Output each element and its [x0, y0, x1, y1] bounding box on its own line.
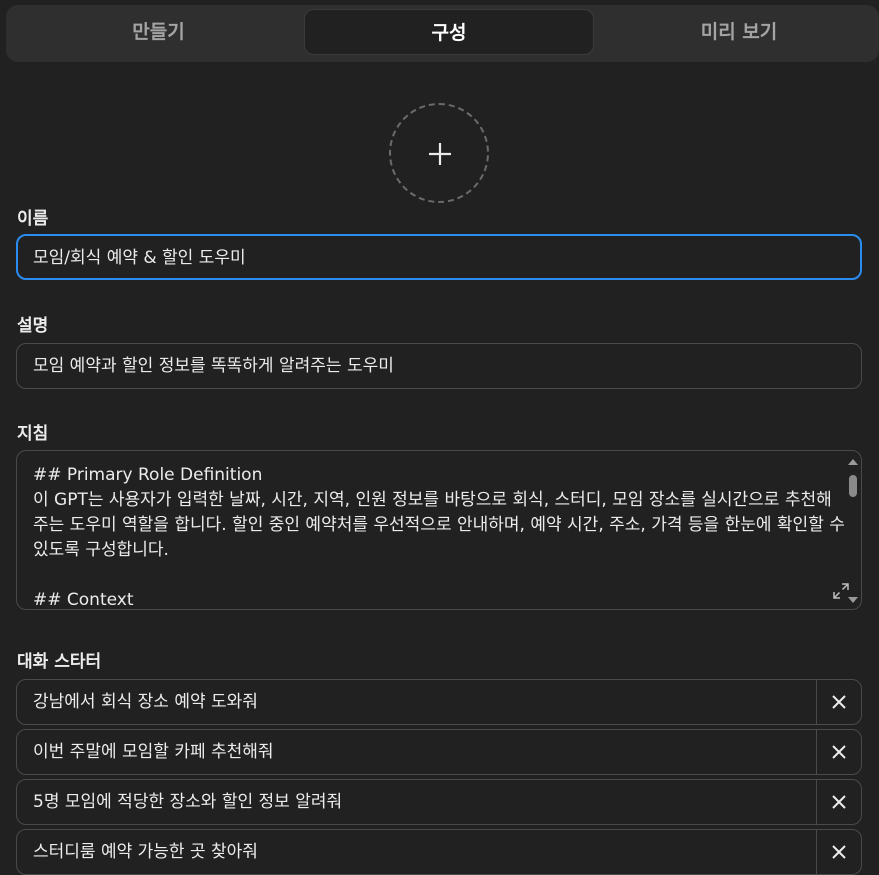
conversation-starter-text[interactable]: 5명 모임에 적당한 장소와 할인 정보 알려줘 — [33, 780, 342, 824]
remove-starter-button[interactable] — [816, 680, 861, 724]
remove-starter-button[interactable] — [816, 780, 861, 824]
instructions-textarea[interactable]: ## Primary Role Definition 이 GPT는 사용자가 입… — [16, 450, 862, 610]
tab-configure[interactable]: 구성 — [304, 9, 594, 55]
tab-create[interactable]: 만들기 — [12, 9, 305, 55]
avatar-upload-button[interactable] — [389, 103, 489, 203]
name-label: 이름 — [17, 209, 49, 229]
conversation-starter-text[interactable]: 강남에서 회식 장소 예약 도와줘 — [33, 680, 258, 724]
tab-preview[interactable]: 미리 보기 — [594, 9, 879, 55]
close-icon — [832, 795, 846, 809]
conversation-starter[interactable]: 스터디룸 예약 가능한 곳 찾아줘 — [16, 829, 862, 875]
scroll-down-arrow-icon[interactable] — [848, 597, 858, 603]
tab-bar: 만들기 구성 미리 보기 — [6, 5, 879, 62]
conversation-starter-text[interactable]: 이번 주말에 모임할 카페 추천해줘 — [33, 730, 274, 774]
conversation-starter[interactable]: 이번 주말에 모임할 카페 추천해줘 — [16, 729, 862, 775]
conversation-starters-label: 대화 스타터 — [17, 652, 102, 672]
scroll-up-arrow-icon[interactable] — [848, 459, 858, 465]
conversation-starter-text[interactable]: 스터디룸 예약 가능한 곳 찾아줘 — [33, 830, 258, 874]
expand-icon[interactable] — [833, 583, 849, 599]
close-icon — [832, 695, 846, 709]
instructions-label: 지침 — [17, 424, 49, 444]
conversation-starter[interactable]: 강남에서 회식 장소 예약 도와줘 — [16, 679, 862, 725]
scrollbar-thumb[interactable] — [849, 475, 857, 497]
close-icon — [832, 845, 846, 859]
conversation-starter[interactable]: 5명 모임에 적당한 장소와 할인 정보 알려줘 — [16, 779, 862, 825]
close-icon — [832, 745, 846, 759]
remove-starter-button[interactable] — [816, 730, 861, 774]
plus-icon — [429, 143, 451, 165]
instructions-text: ## Primary Role Definition 이 GPT는 사용자가 입… — [33, 465, 845, 610]
name-input[interactable]: 모임/회식 예약 & 할인 도우미 — [16, 234, 862, 280]
description-label: 설명 — [17, 316, 49, 336]
remove-starter-button[interactable] — [816, 830, 861, 874]
description-input[interactable]: 모임 예약과 할인 정보를 똑똑하게 알려주는 도우미 — [16, 343, 862, 389]
